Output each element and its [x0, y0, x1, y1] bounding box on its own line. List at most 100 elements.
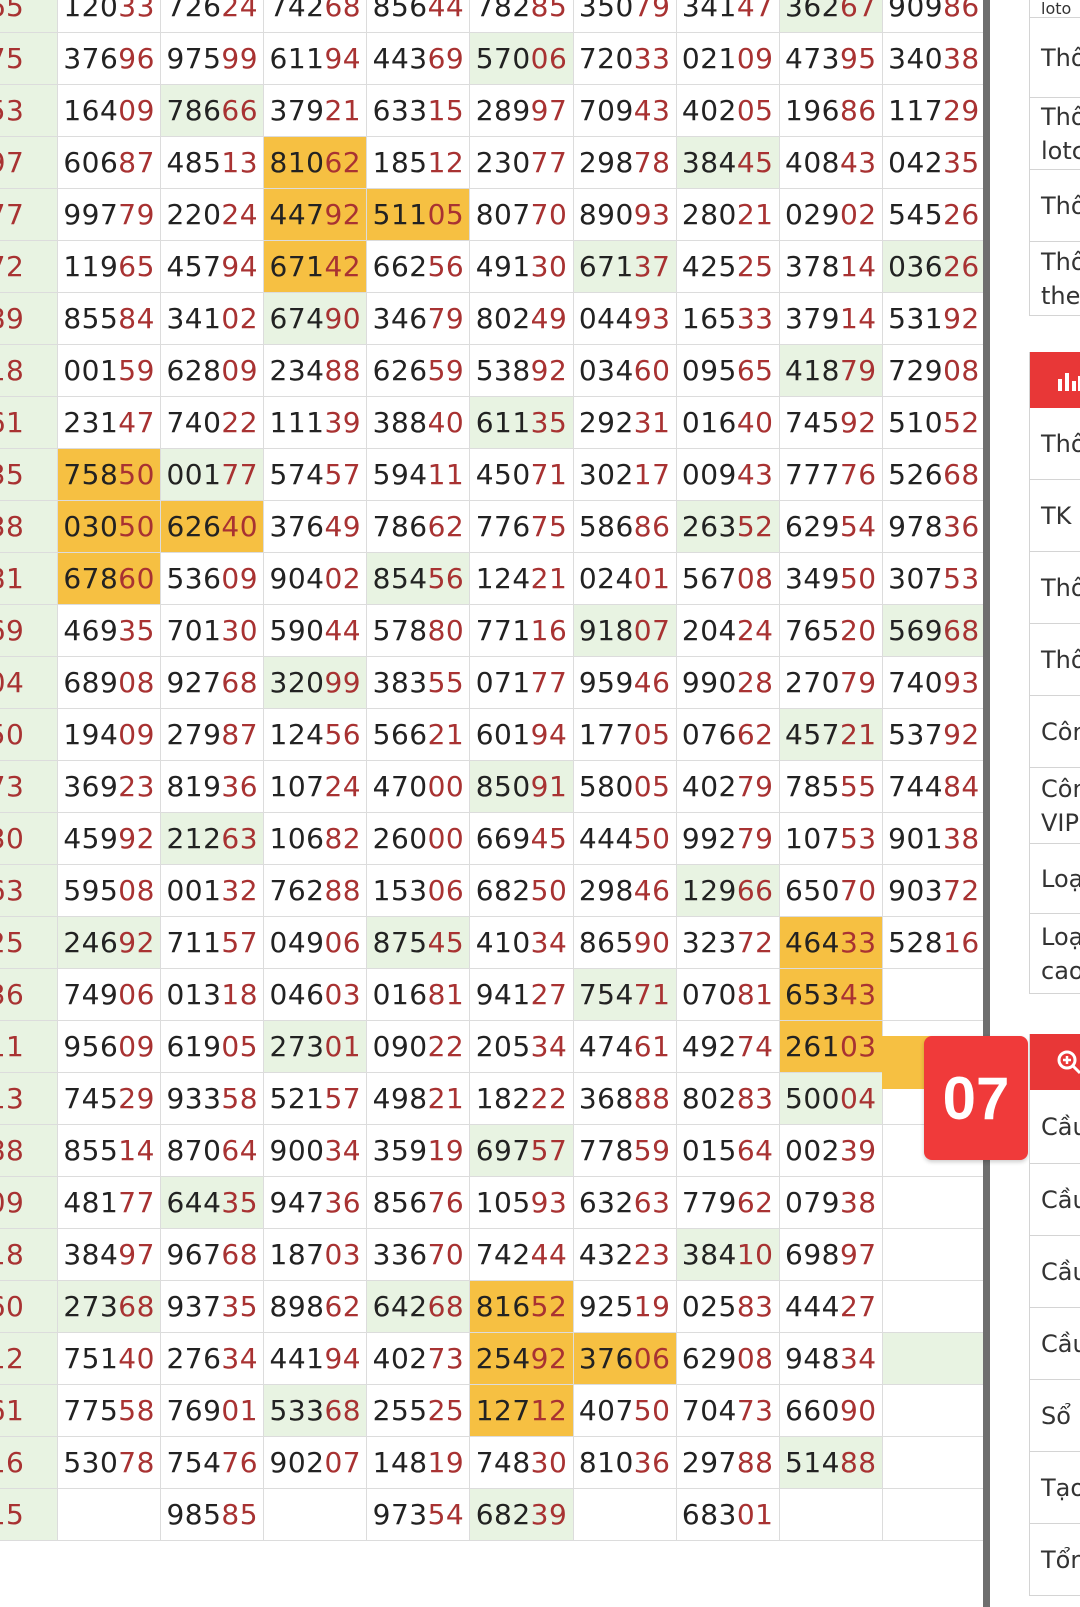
cell-digits: 341	[681, 0, 737, 23]
cell-digits: 119	[63, 250, 119, 283]
cell-tail-digits: 05	[427, 198, 465, 231]
cell-tail-digits: 33	[118, 0, 155, 23]
table-row: 7537696975996119444369570067203302109473…	[0, 32, 987, 85]
result-cell: 80770	[469, 188, 574, 241]
row-head-cell: 89	[0, 292, 59, 345]
sidebar-item[interactable]: Thô	[1030, 552, 1080, 624]
sidebar-item[interactable]: Thô	[1030, 170, 1080, 242]
sidebar-item-label: Cầu	[1041, 1329, 1080, 1358]
cell-tail-digits: 13	[221, 146, 259, 179]
cell-tail-digits: 32	[221, 874, 259, 907]
result-cell: 81652	[469, 1280, 574, 1333]
cell-tail-digits: 71	[530, 458, 568, 491]
result-cell: 68908	[57, 656, 162, 709]
result-cell: 66090	[778, 1384, 883, 1437]
cell-digits: 740	[888, 666, 944, 699]
cell-digits: 15	[0, 1498, 25, 1531]
cell-digits: 12	[0, 1342, 25, 1375]
cell-digits: 850	[475, 770, 531, 803]
cell-tail-digits: 38	[839, 1186, 877, 1219]
result-cell: 81036	[572, 1436, 677, 1489]
sidebar-item[interactable]: Thô	[1030, 18, 1080, 98]
result-cell: 98585	[160, 1488, 265, 1541]
cell-digits: 61	[0, 1394, 25, 1427]
cell-digits: 298	[578, 146, 634, 179]
cell-digits: 671	[578, 250, 634, 283]
result-cell: 34102	[160, 292, 265, 345]
result-cell: 49274	[675, 1020, 780, 1073]
cell-tail-digits: 43	[736, 458, 774, 491]
sidebar-item[interactable]: Côn	[1030, 696, 1080, 768]
result-cell: 23488	[263, 344, 368, 397]
cell-tail-digits: 88	[324, 874, 362, 907]
cell-tail-digits: 52	[736, 510, 774, 543]
cell-tail-digits: 18	[221, 978, 259, 1011]
result-cell: 96768	[160, 1228, 265, 1281]
sidebar-item[interactable]: Tạo	[1030, 1452, 1080, 1524]
sidebar-item[interactable]: Thô	[1030, 408, 1080, 480]
sidebar-item[interactable]: Cầu	[1030, 1308, 1080, 1380]
sidebar-item-top[interactable]: loto	[1030, 0, 1080, 18]
result-cell: 45071	[469, 448, 574, 501]
row-head-cell: 30	[0, 812, 59, 865]
cell-digits: 644	[166, 1186, 222, 1219]
cell-digits: 070	[681, 978, 737, 1011]
sidebar-item-label: cao	[1041, 956, 1080, 985]
sidebar-item[interactable]: Thô lotc	[1030, 98, 1080, 170]
floating-number-badge[interactable]: 07	[924, 1036, 1028, 1160]
cell-digits: 578	[372, 614, 428, 647]
cell-digits: 611	[475, 406, 531, 439]
cell-digits: 973	[372, 1498, 428, 1531]
cell-tail-digits: 17	[633, 458, 671, 491]
cell-tail-digits: 21	[427, 718, 465, 751]
sidebar-item[interactable]: Côn VIP	[1030, 768, 1080, 844]
result-cell: 36888	[572, 1072, 677, 1125]
cell-digits: 765	[785, 614, 840, 647]
cell-tail-digits: 73	[427, 1342, 465, 1375]
cell-tail-digits: 99	[221, 42, 259, 75]
result-cell: 85091	[469, 760, 574, 813]
sidebar-item[interactable]: TK	[1030, 480, 1080, 552]
table-row: 1800159628092348862659538920346009565418…	[0, 344, 987, 397]
cell-tail-digits: 08	[736, 1342, 774, 1375]
result-cell: 72033	[572, 32, 677, 85]
sidebar-item[interactable]: Thô thec	[1030, 242, 1080, 316]
sidebar-item[interactable]: Thô	[1030, 624, 1080, 696]
cell-tail-digits: 53	[943, 562, 980, 595]
sidebar-item[interactable]: Cầu	[1030, 1236, 1080, 1308]
cell-digits: 187	[269, 1238, 325, 1271]
sidebar-item[interactable]: Loạ	[1030, 844, 1080, 914]
sidebar-item[interactable]: Sổ r	[1030, 1380, 1080, 1452]
cell-tail-digits: 91	[530, 770, 568, 803]
cell-digits: 09	[0, 1186, 25, 1219]
table-row: 6946935701305904457880771169180720424765…	[0, 604, 987, 657]
cell-tail-digits: 87	[221, 718, 259, 751]
cell-tail-digits: 01	[633, 562, 671, 595]
cell-tail-digits: 57	[221, 926, 259, 959]
cell-tail-digits: 19	[427, 1134, 465, 1167]
cell-tail-digits: 68	[324, 0, 362, 23]
result-cell: 00177	[160, 448, 265, 501]
cell-digits: 63	[0, 874, 25, 907]
cell-tail-digits: 12	[530, 1394, 568, 1427]
cell-digits: 36	[0, 978, 25, 1011]
result-cell: 85676	[366, 1176, 471, 1229]
scroll-divider[interactable]	[983, 0, 990, 1607]
cell-digits: 015	[681, 1134, 737, 1167]
result-cell: 77859	[572, 1124, 677, 1177]
result-cell: 34038	[881, 32, 987, 85]
cell-digits: 890	[578, 198, 634, 231]
sidebar-item[interactable]: Loạ cao	[1030, 914, 1080, 994]
result-cell: 90207	[263, 1436, 368, 1489]
result-cell: 56708	[675, 552, 780, 605]
table-row: 8885514870649003435919697577785901564002…	[0, 1124, 987, 1177]
result-cell: 46935	[57, 604, 162, 657]
cell-tail-digits: 54	[839, 510, 877, 543]
cell-digits: 280	[681, 198, 737, 231]
result-cell: 32099	[263, 656, 368, 709]
sidebar-item[interactable]: Tổn	[1030, 1524, 1080, 1596]
sidebar-item[interactable]: Cầu	[1030, 1090, 1080, 1164]
sidebar-item[interactable]: Cầu	[1030, 1164, 1080, 1236]
cell-tail-digits: 68	[943, 614, 980, 647]
cell-tail-digits: 39	[530, 1498, 568, 1531]
